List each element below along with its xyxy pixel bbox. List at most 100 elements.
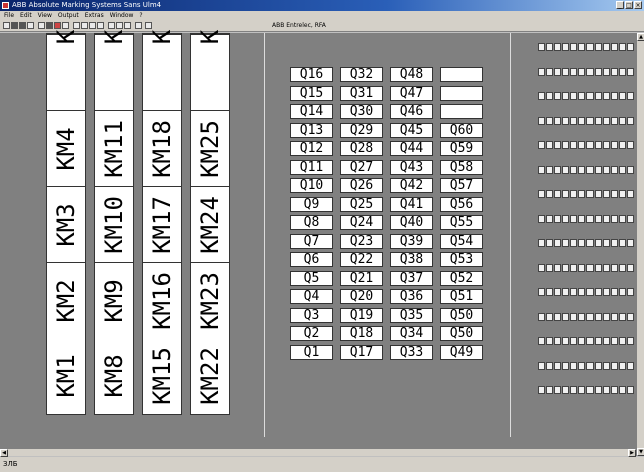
q-marker[interactable]: Q35 — [390, 307, 433, 323]
pencil-icon[interactable] — [38, 22, 45, 29]
format-icon[interactable] — [81, 22, 88, 29]
save-icon[interactable] — [19, 22, 26, 29]
q-marker[interactable]: Q47 — [390, 85, 433, 101]
q-marker[interactable]: Q48 — [390, 67, 433, 82]
arrow-right-icon[interactable] — [116, 22, 123, 29]
q-marker[interactable]: Q16 — [290, 67, 333, 82]
q-marker[interactable]: Q21 — [340, 270, 383, 286]
q-marker[interactable]: Q8 — [290, 215, 333, 230]
q-marker[interactable]: Q27 — [340, 159, 383, 175]
q-marker[interactable]: Q58 — [440, 159, 483, 175]
q-marker[interactable]: Q33 — [390, 344, 433, 360]
q-marker[interactable]: Q20 — [340, 289, 383, 304]
font-icon[interactable] — [89, 22, 96, 29]
scroll-down-icon[interactable]: ▼ — [637, 448, 644, 456]
menu-extras[interactable]: Extras — [85, 11, 104, 20]
q-marker[interactable]: Q11 — [290, 159, 333, 175]
q-marker[interactable]: Q51 — [440, 289, 483, 304]
q-marker[interactable]: Q37 — [390, 270, 433, 286]
q-marker[interactable]: Q2 — [290, 326, 333, 341]
q-marker[interactable]: Q14 — [290, 104, 333, 119]
q-marker[interactable]: Q44 — [390, 141, 433, 156]
q-marker[interactable]: Q5 — [290, 270, 333, 286]
q-marker[interactable]: Q42 — [390, 178, 433, 193]
copy-icon[interactable] — [62, 22, 69, 29]
q-marker[interactable]: Q45 — [390, 122, 433, 138]
km-strip-2[interactable]: KM8 KM9 KM10 KM11 K — [94, 30, 134, 415]
vertical-scrollbar[interactable]: ▲ ▼ — [636, 33, 644, 456]
q-marker[interactable]: Q38 — [390, 252, 433, 267]
q-marker[interactable]: Q29 — [340, 122, 383, 138]
q-marker[interactable]: Q59 — [440, 141, 483, 156]
arrow-left-icon[interactable] — [108, 22, 115, 29]
q-marker[interactable]: Q50 — [440, 307, 483, 323]
horizontal-scrollbar[interactable]: ◀ ▶ — [0, 448, 636, 457]
q-marker[interactable] — [440, 104, 483, 119]
q-marker[interactable]: Q39 — [390, 233, 433, 249]
q-marker[interactable]: Q53 — [440, 252, 483, 267]
close-button[interactable]: × — [634, 1, 642, 9]
q-marker[interactable]: Q25 — [340, 196, 383, 212]
q-marker[interactable]: Q3 — [290, 307, 333, 323]
q-marker[interactable]: Q24 — [340, 215, 383, 230]
number-icon[interactable] — [97, 22, 104, 29]
menu-edit[interactable]: Edit — [20, 11, 32, 20]
q-marker[interactable]: Q55 — [440, 215, 483, 230]
q-marker[interactable]: Q41 — [390, 196, 433, 212]
scroll-up-icon[interactable]: ▲ — [637, 33, 644, 41]
scroll-right-icon[interactable]: ▶ — [628, 449, 636, 457]
q-marker[interactable]: Q40 — [390, 215, 433, 230]
menu-output[interactable]: Output — [58, 11, 79, 20]
q-marker[interactable]: Q57 — [440, 178, 483, 193]
grid-icon[interactable] — [135, 22, 142, 29]
q-marker[interactable]: Q52 — [440, 270, 483, 286]
q-marker[interactable]: Q31 — [340, 85, 383, 101]
menu-view[interactable]: View — [38, 11, 52, 20]
q-marker[interactable]: Q15 — [290, 85, 333, 101]
q-marker[interactable]: Q22 — [340, 252, 383, 267]
q-marker[interactable]: Q9 — [290, 196, 333, 212]
menu-file[interactable]: File — [4, 11, 14, 20]
q-marker[interactable]: Q23 — [340, 233, 383, 249]
menu-help[interactable]: ? — [139, 11, 142, 20]
q-marker[interactable]: Q28 — [340, 141, 383, 156]
q-marker[interactable]: Q46 — [390, 104, 433, 119]
q-marker[interactable]: Q6 — [290, 252, 333, 267]
q-marker[interactable]: Q17 — [340, 344, 383, 360]
q-marker[interactable] — [440, 67, 483, 82]
km-strip-3[interactable]: KM15 KM16 KM17 KM18 K — [142, 30, 182, 415]
zoom-icon[interactable] — [124, 22, 131, 29]
delete-icon[interactable] — [54, 22, 61, 29]
q-marker[interactable]: Q56 — [440, 196, 483, 212]
minimize-button[interactable]: _ — [616, 1, 624, 9]
q-marker[interactable] — [440, 85, 483, 101]
q-marker[interactable]: Q26 — [340, 178, 383, 193]
print-icon[interactable] — [27, 22, 34, 29]
menu-window[interactable]: Window — [110, 11, 134, 20]
q-marker[interactable]: Q32 — [340, 67, 383, 82]
q-marker[interactable]: Q36 — [390, 289, 433, 304]
km-strip-4[interactable]: KM22 KM23 KM24 KM25 K — [190, 30, 230, 415]
q-marker[interactable]: Q4 — [290, 289, 333, 304]
q-marker[interactable]: Q12 — [290, 141, 333, 156]
q-marker[interactable]: Q43 — [390, 159, 433, 175]
q-marker[interactable]: Q60 — [440, 122, 483, 138]
km-strip-1[interactable]: KM1 KM2 KM3 KM4 K — [46, 30, 86, 415]
q-marker[interactable]: Q54 — [440, 233, 483, 249]
help-icon[interactable] — [145, 22, 152, 29]
q-marker[interactable]: Q13 — [290, 122, 333, 138]
q-marker[interactable]: Q30 — [340, 104, 383, 119]
q-marker[interactable]: Q7 — [290, 233, 333, 249]
q-marker[interactable]: Q18 — [340, 326, 383, 341]
cut-icon[interactable] — [46, 22, 53, 29]
q-marker[interactable]: Q10 — [290, 178, 333, 193]
q-marker[interactable]: Q19 — [340, 307, 383, 323]
q-marker[interactable]: Q1 — [290, 344, 333, 360]
scroll-left-icon[interactable]: ◀ — [0, 449, 8, 457]
q-marker[interactable]: Q50 — [440, 326, 483, 341]
open-icon[interactable] — [11, 22, 18, 29]
maximize-button[interactable]: □ — [625, 1, 633, 9]
q-marker[interactable]: Q34 — [390, 326, 433, 341]
new-icon[interactable] — [3, 22, 10, 29]
q-marker[interactable]: Q49 — [440, 344, 483, 360]
